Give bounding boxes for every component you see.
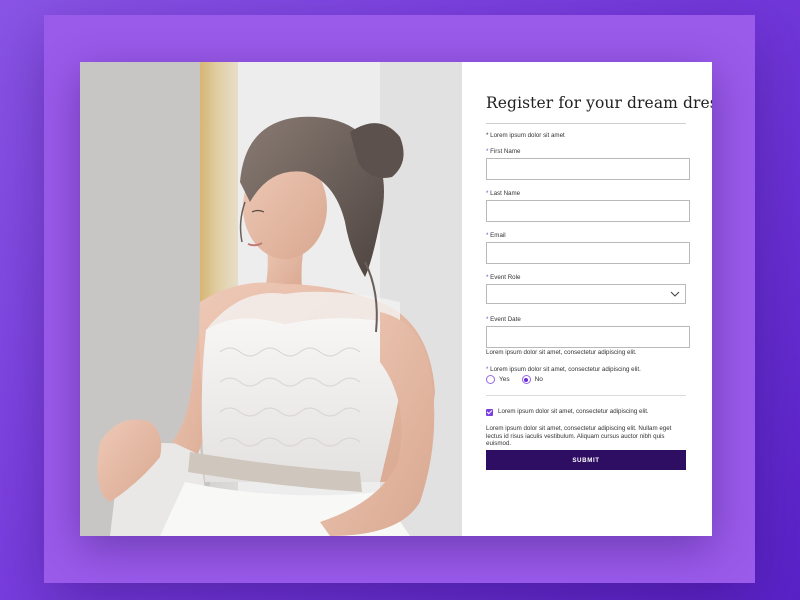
radio-no[interactable] (521, 375, 531, 384)
email-label: * Email (486, 232, 506, 239)
first-name-label-text: First Name (490, 148, 521, 155)
email-label-text: Email (490, 232, 506, 239)
last-name-label: * Last Name (486, 190, 520, 197)
last-name-field[interactable] (486, 200, 690, 222)
title-divider (486, 123, 686, 124)
bride-photo (80, 62, 462, 536)
radio-yes-label[interactable]: Yes (499, 376, 510, 383)
consent-label[interactable]: Lorem ipsum dolor sit amet, consectetur … (498, 408, 649, 416)
event-role-label-text: Event Role (490, 274, 521, 281)
radio-question: * Lorem ipsum dolor sit amet, consectetu… (486, 366, 641, 373)
section-divider (486, 395, 686, 396)
event-date-field[interactable] (486, 326, 690, 348)
consent-checkbox[interactable] (486, 408, 493, 416)
form-title: Register for your dream dress (486, 94, 712, 112)
event-role-label: * Event Role (486, 274, 520, 281)
required-marker: * (486, 366, 489, 373)
radio-yes[interactable] (486, 375, 495, 384)
registration-card: Register for your dream dress * Lorem ip… (80, 62, 712, 536)
required-note: * Lorem ipsum dolor sit amet (486, 132, 565, 139)
required-marker: * (486, 316, 489, 323)
first-name-field[interactable] (486, 158, 690, 180)
email-field[interactable] (486, 242, 690, 264)
event-role-select[interactable] (486, 284, 686, 304)
bride-illustration (80, 62, 462, 536)
first-name-label: * First Name (486, 148, 520, 155)
required-marker: * (486, 148, 489, 155)
required-marker: * (486, 190, 489, 197)
event-date-label-text: Event Date (490, 316, 521, 323)
consent-row: Lorem ipsum dolor sit amet, consectetur … (486, 408, 649, 416)
last-name-label-text: Last Name (490, 190, 521, 197)
terms-note: Lorem ipsum dolor sit amet, consectetur … (486, 425, 672, 448)
radio-no-label[interactable]: No (535, 376, 543, 383)
radio-group: Yes No (486, 375, 555, 384)
date-help-text: Lorem ipsum dolor sit amet, consectetur … (486, 349, 637, 356)
chevron-down-icon (670, 291, 680, 297)
required-marker: * (486, 232, 489, 239)
event-date-label: * Event Date (486, 316, 521, 323)
required-marker: * (486, 274, 489, 281)
registration-form: Register for your dream dress * Lorem ip… (462, 62, 712, 536)
radio-question-text: Lorem ipsum dolor sit amet, consectetur … (490, 366, 641, 373)
submit-button[interactable]: SUBMIT (486, 450, 686, 470)
